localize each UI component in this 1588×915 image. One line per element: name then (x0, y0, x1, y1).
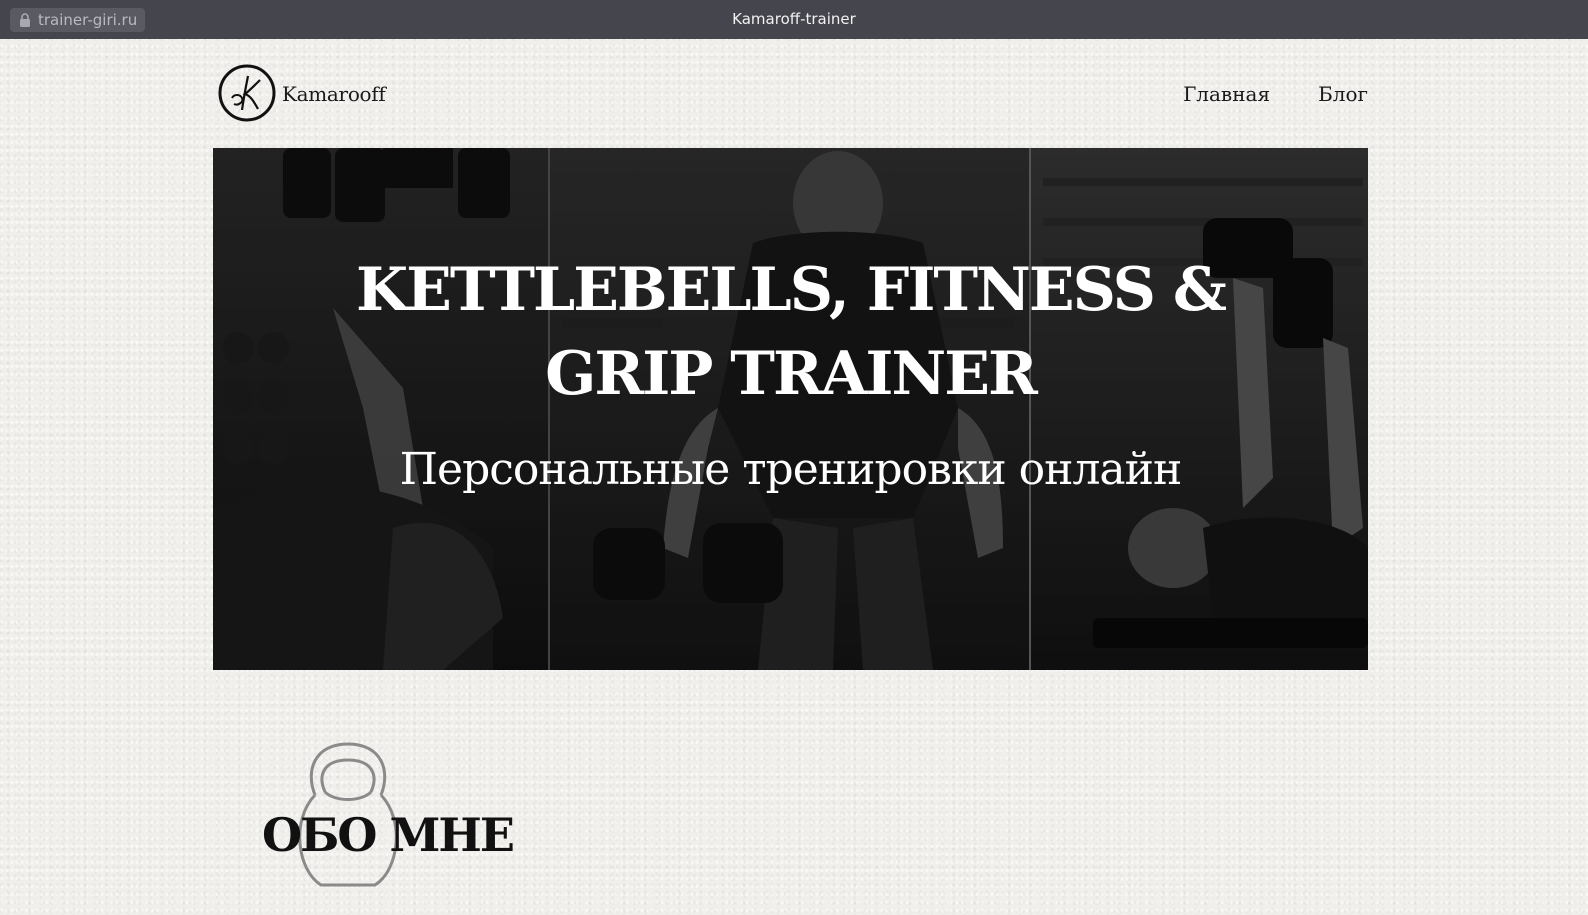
hero-title: KETTLEBELLS, FITNESS & GRIP TRAINER (355, 255, 1227, 409)
about-title: ОБО МНЕ (262, 808, 515, 862)
brand-name[interactable]: Kamarooff (282, 82, 386, 106)
site-header: Kamarooff Главная Блог (218, 62, 1368, 124)
nav-blog[interactable]: Блог (1318, 82, 1368, 106)
about-section: ОБО МНЕ (262, 740, 562, 900)
main-nav: Главная Блог (1183, 82, 1368, 106)
browser-bar: trainer-giri.ru Kamaroff-trainer (0, 0, 1588, 39)
tab-title: Kamaroff-trainer (732, 10, 856, 28)
nav-home[interactable]: Главная (1183, 82, 1270, 106)
logo-icon[interactable] (218, 64, 276, 122)
hero-banner: KETTLEBELLS, FITNESS & GRIP TRAINER Перс… (213, 148, 1368, 670)
hero-subtitle: Персональные тренировки онлайн (399, 444, 1183, 495)
